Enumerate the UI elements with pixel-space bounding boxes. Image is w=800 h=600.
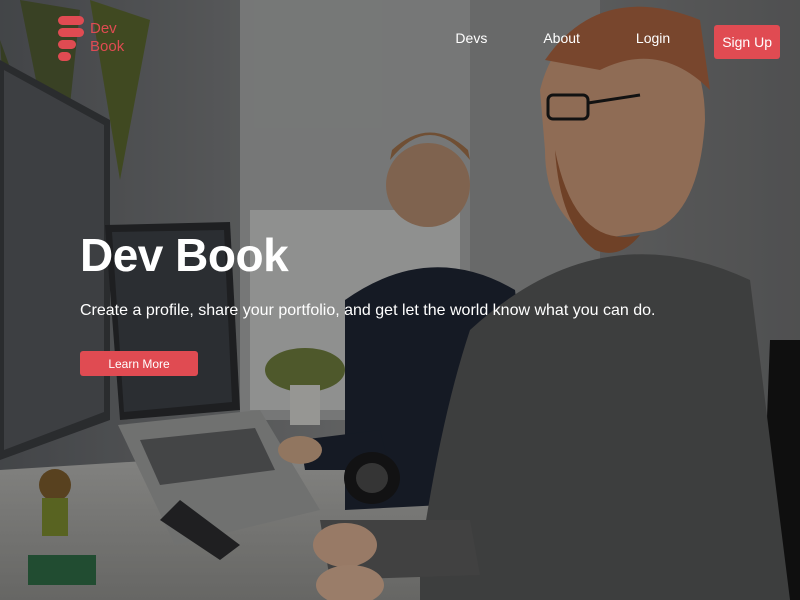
hero-overlay (0, 0, 800, 600)
nav-link-about[interactable]: About (543, 30, 580, 46)
brand-logo[interactable]: Dev Book (58, 16, 124, 62)
stacked-bars-logo-icon (58, 16, 84, 61)
brand-line-1: Dev (90, 20, 117, 37)
brand-line-2: Book (90, 38, 125, 55)
brand-name: Dev Book (90, 20, 124, 56)
hero-section: Dev Book Devs About Login Sign Up Dev Bo… (0, 0, 800, 600)
nav-link-devs[interactable]: Devs (455, 30, 487, 46)
hero-subtitle: Create a profile, share your portfolio, … (80, 302, 656, 319)
hero-title: Dev Book (80, 229, 289, 281)
nav-link-login[interactable]: Login (636, 30, 670, 46)
main-nav: Devs About Login Sign Up (455, 0, 780, 80)
learn-more-button[interactable]: Learn More (80, 351, 198, 376)
signup-button[interactable]: Sign Up (714, 25, 780, 59)
